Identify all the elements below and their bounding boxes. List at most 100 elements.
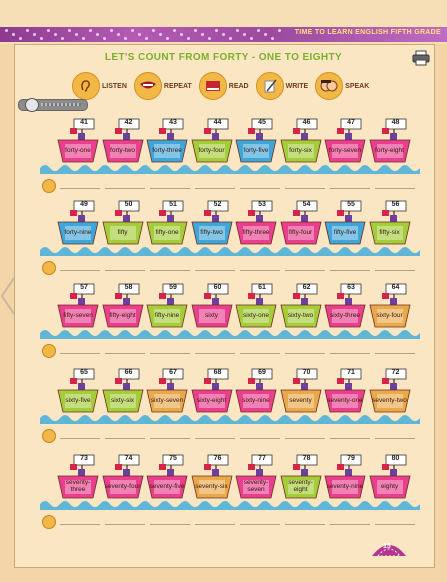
- answer-line[interactable]: [60, 188, 100, 189]
- boat-word: forty-two: [110, 146, 135, 154]
- boat-number: 73: [80, 455, 88, 462]
- answer-line[interactable]: [285, 438, 325, 439]
- banner-sparkle: [131, 29, 134, 32]
- write-pencil-icon[interactable]: [42, 515, 56, 529]
- answer-line[interactable]: [375, 524, 415, 525]
- mode-speak[interactable]: SPEAK: [315, 72, 372, 100]
- boat-word: sixty: [205, 311, 218, 319]
- answer-line[interactable]: [375, 438, 415, 439]
- answer-line[interactable]: [105, 353, 145, 354]
- answer-line[interactable]: [285, 270, 325, 271]
- write-pencil-icon[interactable]: [42, 344, 56, 358]
- answer-line[interactable]: [195, 270, 235, 271]
- boat-word: forty-six: [289, 146, 312, 154]
- boat-number: 42: [124, 119, 133, 126]
- answer-line[interactable]: [60, 270, 100, 271]
- answer-line[interactable]: [60, 524, 100, 525]
- boat-number: 54: [302, 201, 311, 208]
- mode-label: REPEAT: [163, 82, 192, 90]
- write-pencil-icon[interactable]: [42, 179, 56, 193]
- boat-word: sixty-five: [65, 396, 91, 404]
- boat-number: 77: [258, 455, 266, 462]
- boat-word: forty-nine: [64, 228, 92, 236]
- answer-line[interactable]: [105, 188, 145, 189]
- water-wave: [40, 330, 420, 339]
- answer-line[interactable]: [105, 270, 145, 271]
- answer-line[interactable]: [240, 188, 280, 189]
- writing-row: [42, 428, 422, 443]
- mode-listen[interactable]: LISTEN: [72, 72, 130, 100]
- answer-line[interactable]: [330, 270, 370, 271]
- mode-read[interactable]: READ: [198, 72, 252, 100]
- answer-line[interactable]: [150, 438, 190, 439]
- ear-icon: [72, 72, 100, 100]
- boat-number: 52: [213, 201, 222, 208]
- answer-line[interactable]: [285, 353, 325, 354]
- answer-line[interactable]: [105, 524, 145, 525]
- write-pencil-icon[interactable]: [42, 261, 56, 275]
- boat-number: 58: [124, 284, 133, 291]
- wave-shape: [40, 330, 420, 339]
- banner-sparkle: [33, 33, 36, 36]
- banner-sparkle: [103, 37, 106, 40]
- mouth-icon: [133, 72, 162, 100]
- mode-write[interactable]: WRITE: [255, 72, 312, 100]
- previous-page-arrow-icon[interactable]: [0, 276, 16, 316]
- water-wave: [40, 247, 420, 256]
- boat-number: 50: [124, 201, 133, 208]
- boat-word: sixty-two: [287, 311, 314, 319]
- answer-line[interactable]: [375, 270, 415, 271]
- mode-label: READ: [228, 82, 249, 90]
- boat-word: fifty-seven: [63, 311, 93, 319]
- answer-line[interactable]: [375, 188, 415, 189]
- boat-word: sixty-one: [242, 311, 269, 319]
- boat-number: 57: [80, 284, 88, 291]
- boat-word: forty-four: [198, 146, 225, 154]
- answer-line[interactable]: [240, 270, 280, 271]
- banner-sparkle: [201, 33, 204, 36]
- boat-number: 79: [347, 455, 355, 462]
- boat-number: 51: [169, 201, 177, 208]
- answer-line[interactable]: [150, 188, 190, 189]
- boat-word: fifty-two: [200, 228, 223, 236]
- boat-word: seventy-nine: [326, 482, 364, 490]
- banner-sparkle: [250, 37, 253, 40]
- boat-word: fifty: [117, 228, 128, 236]
- answer-line[interactable]: [330, 188, 370, 189]
- banner-sparkle: [54, 33, 57, 36]
- answer-line[interactable]: [240, 438, 280, 439]
- wave-shape: [40, 501, 420, 510]
- boat-word: seventy-five: [149, 482, 185, 490]
- answer-line[interactable]: [150, 524, 190, 525]
- banner-sparkle: [271, 37, 274, 40]
- answer-line[interactable]: [195, 438, 235, 439]
- answer-line[interactable]: [330, 438, 370, 439]
- slider-track: [41, 103, 81, 106]
- answer-line[interactable]: [330, 353, 370, 354]
- answer-line[interactable]: [195, 188, 235, 189]
- answer-line[interactable]: [285, 524, 325, 525]
- answer-line[interactable]: [195, 353, 235, 354]
- printer-icon[interactable]: [412, 50, 430, 66]
- answer-line[interactable]: [195, 524, 235, 525]
- answer-line[interactable]: [240, 524, 280, 525]
- answer-line[interactable]: [330, 524, 370, 525]
- answer-line[interactable]: [375, 353, 415, 354]
- banner-title: TIME TO LEARN ENGLISH FIFTH GRADE: [294, 29, 441, 36]
- answer-line[interactable]: [60, 353, 100, 354]
- audio-volume-slider[interactable]: [18, 98, 88, 112]
- banner-sparkle: [278, 29, 281, 32]
- banner-sparkle: [26, 29, 29, 32]
- boat-number: 53: [258, 201, 266, 208]
- answer-line[interactable]: [285, 188, 325, 189]
- answer-line[interactable]: [240, 353, 280, 354]
- banner-sparkle: [264, 33, 267, 36]
- mode-repeat[interactable]: REPEAT: [133, 72, 195, 100]
- slider-knob[interactable]: [25, 98, 39, 112]
- answer-line[interactable]: [150, 353, 190, 354]
- write-pencil-icon[interactable]: [42, 429, 56, 443]
- boat-word: sixty-three: [330, 311, 360, 319]
- answer-line[interactable]: [105, 438, 145, 439]
- answer-line[interactable]: [150, 270, 190, 271]
- answer-line[interactable]: [60, 438, 100, 439]
